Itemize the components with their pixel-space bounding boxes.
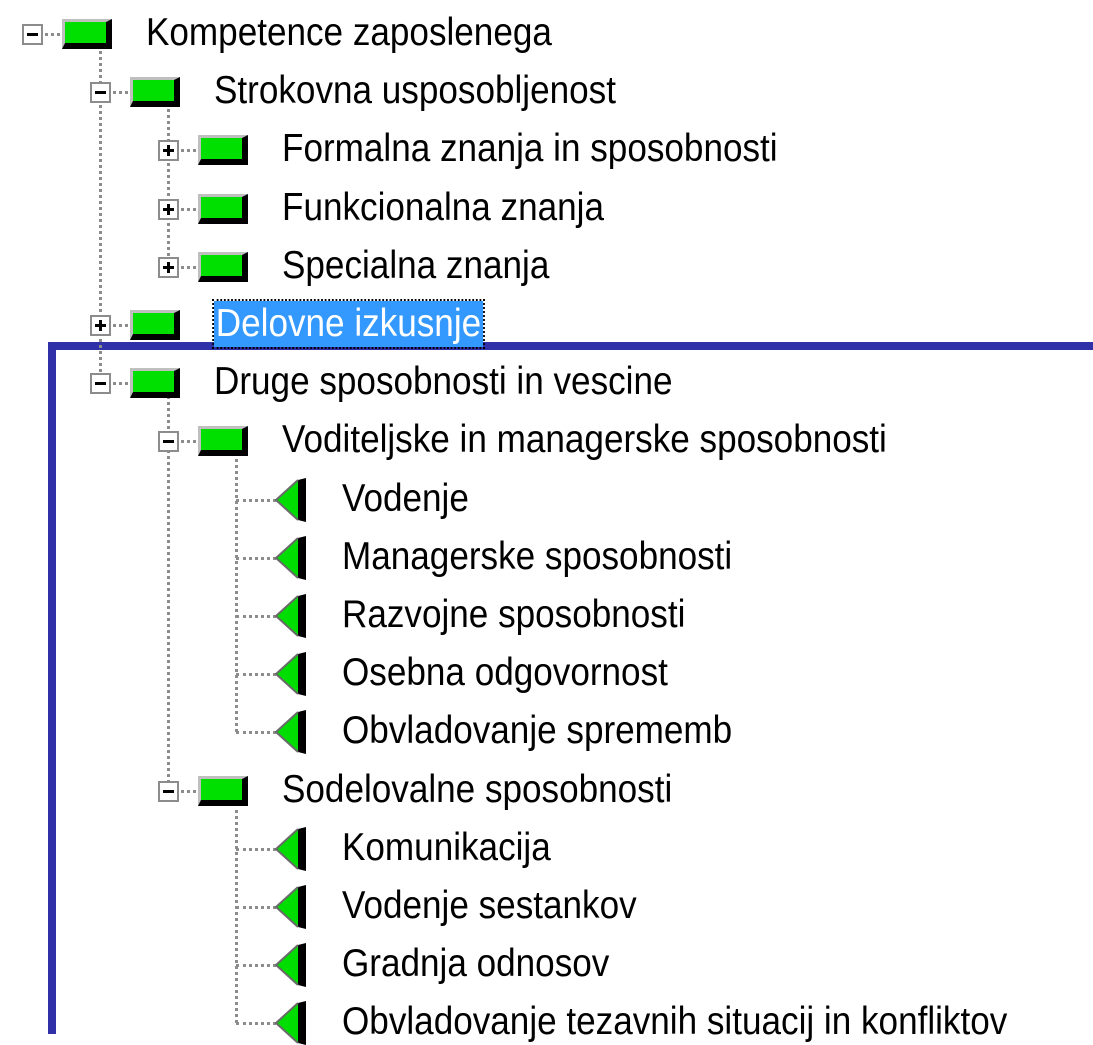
tree-connector-vertical: [235, 802, 238, 1024]
green-folder-icon: [198, 193, 248, 224]
tree-connector-horizontal: [108, 382, 128, 386]
green-triangle-icon: [274, 535, 306, 580]
tree-node-osebna-odgovornost[interactable]: Osebna odgovornost: [342, 650, 668, 696]
tree-node-delovne-izkusnje[interactable]: Delovne izkusnje: [212, 299, 485, 349]
tree-node-formalna-znanja-in-sposobnosti[interactable]: Formalna znanja in sposobnosti: [282, 126, 778, 172]
tree-connector-horizontal: [236, 615, 276, 618]
tree-node-strokovna-usposobljenost[interactable]: Strokovna usposobljenost: [214, 68, 616, 114]
tree-connector-horizontal: [236, 731, 276, 735]
tree-connector-horizontal: [236, 673, 276, 677]
collapse-toggle-strokovna-usposobljenost[interactable]: [90, 82, 111, 104]
tree-node-komunikacija[interactable]: Komunikacija: [342, 825, 551, 871]
collapse-toggle-kompetence-zaposlenega[interactable]: [22, 24, 43, 45]
tree-connector-horizontal: [40, 33, 60, 36]
tree-node-voditeljske-in-managerske-sposobnosti[interactable]: Voditeljske in managerske sposobnosti: [282, 417, 887, 463]
tree-connector-vertical: [167, 395, 170, 791]
tree-node-kompetence-zaposlenega[interactable]: Kompetence zaposlenega: [146, 10, 552, 56]
green-folder-icon: [198, 251, 248, 282]
green-folder-icon: [198, 426, 248, 457]
green-triangle-icon: [274, 594, 306, 638]
collapse-toggle-druge-sposobnosti-in-vescine[interactable]: [90, 373, 111, 395]
tree-node-razvojne-sposobnosti[interactable]: Razvojne sposobnosti: [342, 592, 685, 638]
tree-connector-horizontal: [108, 324, 128, 327]
tree-node-gradnja-odnosov[interactable]: Gradnja odnosov: [342, 941, 609, 987]
tree-node-obvladovanje-tezavnih-situacij-in-konfliktov[interactable]: Obvladovanje tezavnih situacij in konfli…: [342, 999, 1007, 1045]
tree-connector-horizontal: [176, 207, 196, 211]
tree-connector-horizontal: [176, 265, 196, 269]
tree-connector-horizontal: [236, 1022, 276, 1026]
tree-connector-horizontal: [176, 440, 196, 444]
green-triangle-icon: [274, 1001, 306, 1045]
tree-node-sodelovalne-sposobnosti[interactable]: Sodelovalne sposobnosti: [282, 767, 672, 813]
tree-connector-horizontal: [236, 556, 276, 560]
expand-toggle-formalna-znanja-in-sposobnosti[interactable]: [158, 140, 179, 162]
green-folder-icon: [130, 368, 180, 399]
green-triangle-icon: [274, 477, 306, 522]
green-triangle-icon: [274, 826, 306, 871]
collapse-toggle-sodelovalne-sposobnosti[interactable]: [158, 780, 179, 802]
expand-toggle-delovne-izkusnje[interactable]: [90, 315, 111, 336]
green-triangle-icon: [274, 943, 306, 988]
highlight-frame-top: [48, 342, 1093, 350]
tree-node-vodenje[interactable]: Vodenje: [342, 476, 469, 522]
highlight-frame-left: [48, 342, 56, 1034]
tree-node-funkcionalna-znanja[interactable]: Funkcionalna znanja: [282, 185, 604, 231]
tree-connector-horizontal: [176, 149, 196, 153]
green-triangle-icon: [274, 652, 306, 697]
expand-toggle-specialna-znanja[interactable]: [158, 256, 179, 278]
tree-connector-horizontal: [236, 847, 276, 851]
green-triangle-icon: [274, 710, 306, 755]
green-folder-icon: [198, 135, 248, 166]
green-triangle-icon: [274, 885, 306, 929]
collapse-toggle-voditeljske-in-managerske-sposobnosti[interactable]: [158, 431, 179, 453]
tree-node-vodenje-sestankov[interactable]: Vodenje sestankov: [342, 883, 637, 929]
tree-connector-horizontal: [236, 964, 276, 968]
tree-connector-vertical: [235, 453, 238, 733]
tree-node-specialna-znanja[interactable]: Specialna znanja: [282, 243, 549, 289]
green-folder-icon: [198, 775, 248, 806]
tree-connector-horizontal: [236, 906, 276, 909]
competence-tree-view[interactable]: Kompetence zaposlenega Strokovna usposobl…: [0, 0, 1093, 1045]
tree-node-druge-sposobnosti-in-vescine[interactable]: Druge sposobnosti in vescine: [214, 359, 673, 405]
tree-connector-horizontal: [108, 91, 128, 95]
tree-connector-horizontal: [236, 498, 276, 502]
tree-node-obvladovanje-sprememb[interactable]: Obvladovanje sprememb: [342, 708, 732, 754]
tree-connector-horizontal: [176, 789, 196, 793]
green-folder-icon: [130, 77, 180, 108]
expand-toggle-funkcionalna-znanja[interactable]: [158, 198, 179, 220]
green-folder-icon: [130, 310, 180, 340]
tree-node-managerske-sposobnosti[interactable]: Managerske sposobnosti: [342, 534, 732, 580]
tree-connector-vertical: [167, 104, 170, 267]
green-folder-icon: [62, 19, 112, 49]
